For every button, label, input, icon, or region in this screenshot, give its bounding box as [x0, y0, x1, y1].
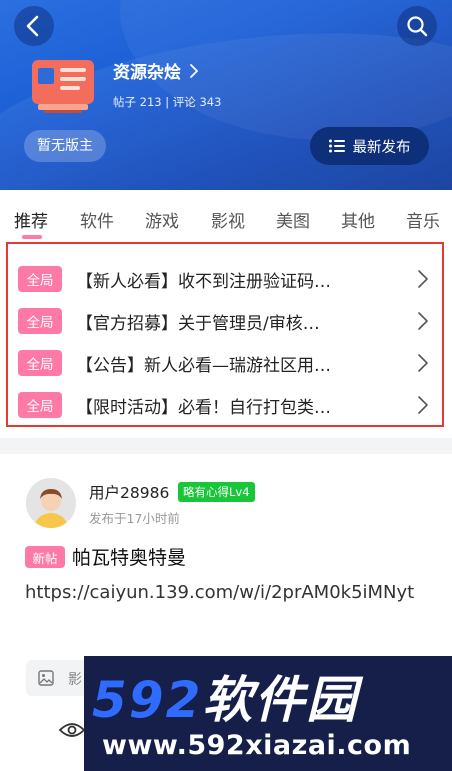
chevron-right-icon	[418, 354, 429, 372]
back-arrow-icon	[26, 15, 39, 37]
forum-name-link[interactable]: 资源杂烩	[113, 58, 199, 83]
search-button[interactable]	[397, 6, 437, 46]
global-badge: 全局	[18, 350, 62, 376]
post-title[interactable]: 帕瓦特奥特曼	[72, 543, 186, 570]
search-icon	[407, 16, 428, 37]
post-author[interactable]: 用户28986	[89, 481, 169, 503]
new-post-badge: 新帖	[25, 546, 65, 568]
attachment-label: 影	[68, 672, 82, 688]
tab-other[interactable]: 其他	[341, 207, 375, 232]
list-icon	[328, 139, 345, 153]
forum-stats: 帖子 213 | 评论 343	[113, 95, 222, 109]
tab-music[interactable]: 音乐	[406, 207, 440, 232]
eye-icon	[58, 723, 86, 737]
post-body[interactable]: https://caiyun.139.com/w/i/2prAM0k5iMNyt	[25, 578, 435, 608]
tab-games[interactable]: 游戏	[145, 207, 179, 232]
active-tab-indicator	[22, 235, 42, 239]
tab-software[interactable]: 软件	[80, 207, 114, 232]
pinned-title: 【公告】新人必看—瑞游社区用…	[76, 355, 331, 376]
chevron-right-icon	[418, 396, 429, 414]
chevron-right-icon	[418, 312, 429, 330]
chevron-right-icon	[190, 63, 199, 78]
forum-name: 资源杂烩	[113, 63, 181, 83]
chevron-right-icon	[418, 270, 429, 288]
forum-icon	[32, 60, 94, 113]
watermark-logo: 592软件园 www.592xiazai.com	[84, 656, 452, 771]
image-icon	[38, 670, 54, 686]
watermark-number: 592	[92, 671, 203, 729]
moderator-status[interactable]: 暂无版主	[24, 130, 106, 162]
post-timestamp: 发布于17小时前	[89, 511, 180, 526]
global-badge: 全局	[18, 392, 62, 418]
back-button[interactable]	[14, 6, 54, 46]
pinned-title: 【限时活动】必看！自行打包类…	[76, 397, 331, 418]
latest-sort-label: 最新发布	[352, 139, 411, 156]
tab-images[interactable]: 美图	[276, 207, 310, 232]
pinned-posts: 全局 【新人必看】收不到注册验证码… 全局 【官方招募】关于管理员/审核… 全局…	[6, 242, 444, 427]
level-badge: 略有心得Lv4	[178, 482, 255, 502]
pinned-post[interactable]: 全局 【限时活动】必看！自行打包类…	[18, 391, 438, 419]
tab-video[interactable]: 影视	[211, 207, 245, 232]
pinned-post[interactable]: 全局 【公告】新人必看—瑞游社区用…	[18, 349, 438, 377]
section-divider	[0, 438, 452, 454]
watermark-url: www.592xiazai.com	[102, 730, 412, 761]
tab-recommended[interactable]: 推荐	[14, 207, 48, 232]
category-tabs: 推荐 软件 游戏 影视 美图 其他 音乐	[0, 190, 452, 240]
pinned-title: 【官方招募】关于管理员/审核…	[76, 313, 320, 334]
avatar[interactable]	[26, 478, 76, 528]
user-avatar-icon	[26, 478, 76, 528]
pinned-post[interactable]: 全局 【官方招募】关于管理员/审核…	[18, 307, 438, 335]
pinned-title: 【新人必看】收不到注册验证码…	[76, 271, 331, 292]
watermark-chinese: 软件园	[202, 671, 359, 729]
latest-sort-button[interactable]: 最新发布	[310, 127, 429, 165]
global-badge: 全局	[18, 308, 62, 334]
pinned-post[interactable]: 全局 【新人必看】收不到注册验证码…	[18, 265, 438, 293]
watermark-title: 592软件园	[92, 660, 358, 732]
global-badge: 全局	[18, 266, 62, 292]
forum-header: 资源杂烩 帖子 213 | 评论 343 暂无版主 最新发布	[0, 0, 452, 190]
